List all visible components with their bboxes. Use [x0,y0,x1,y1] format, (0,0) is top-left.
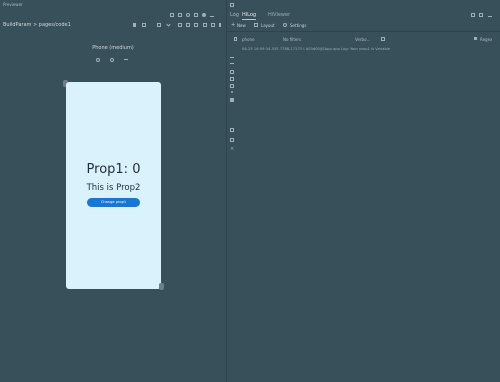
process-filter-dropdown[interactable]: No filters [283,37,301,42]
rotate-icon[interactable] [178,23,182,27]
panel-options-icon[interactable] [479,13,483,17]
toolbar-icon-3[interactable] [186,13,190,17]
toolbar-icon-5[interactable] [202,13,206,17]
device-dropdown[interactable]: phone [242,37,255,42]
toolbar-icon-4[interactable] [194,13,198,17]
panel-divider[interactable] [226,0,227,382]
tab-hiviewer[interactable]: HiViewer [268,12,290,18]
layout-icon[interactable] [157,23,161,27]
toolbar-icon-2[interactable] [178,13,182,17]
device-label: Phone (medium) [92,45,134,51]
soft-wrap-icon[interactable] [230,70,234,74]
lock-icon[interactable] [133,23,136,27]
tab-hilog[interactable]: HiLog [242,12,256,18]
phone-icon [234,37,237,41]
refresh-icon[interactable] [186,23,190,27]
settings-button[interactable]: Settings [290,23,306,28]
scroll-end-icon[interactable] [230,77,234,81]
layout-button[interactable]: Layout [261,23,275,28]
more-icon[interactable] [211,23,215,27]
previewer-title: Previewer [3,2,23,7]
log-panel-icon [230,3,234,7]
scroll-up-icon[interactable] [230,57,234,58]
trash-icon[interactable] [230,98,234,102]
settings-icon[interactable] [142,23,146,27]
chevron-down-icon[interactable] [166,22,171,27]
dot-icon[interactable] [231,91,233,93]
change-prop1-button[interactable]: Change prop1 [87,198,140,207]
panel-settings-icon[interactable] [471,13,475,17]
toolbar-icon-1[interactable] [170,13,174,17]
camera-icon[interactable] [230,128,234,132]
filter-icon[interactable] [230,138,234,142]
regex-label: Regex [480,37,493,42]
scroll-down-icon[interactable] [230,63,234,64]
plus-icon[interactable]: + [231,23,235,28]
toolbar-divider [227,31,500,32]
prop1-text: Prop1: 0 [86,162,141,177]
panel-toggle-icon[interactable] [219,23,221,27]
back-icon[interactable] [96,58,100,62]
close-icon[interactable]: × [230,147,234,152]
zoom-icon[interactable] [194,23,198,27]
log-line: 06-25 16:59:34.555 7788-17175 I A03d00/J… [242,47,391,51]
new-button[interactable]: New [237,23,246,28]
print-icon[interactable] [230,84,234,88]
minimize-icon[interactable] [210,13,214,17]
regex-checkbox[interactable] [474,37,477,40]
log-level-dropdown[interactable]: Verbo... [355,37,370,42]
prop2-text: This is Prop2 [86,183,141,193]
menu-icon[interactable] [124,59,128,60]
search-icon[interactable] [381,37,385,41]
rotate-device-icon[interactable] [110,58,114,62]
layout-grid-icon[interactable] [254,23,258,27]
active-tab-indicator [242,19,256,20]
phone-screen: Prop1: 0 This is Prop2 Change prop1 [66,82,161,289]
gear-icon[interactable] [283,23,287,27]
breadcrumb: BuildParam > pages/code1 [3,22,71,28]
tab-log[interactable]: Log [230,12,239,18]
resize-handle-bottom-right[interactable] [159,283,164,290]
eye-icon[interactable] [203,23,207,27]
panel-hide-icon[interactable] [488,13,492,17]
